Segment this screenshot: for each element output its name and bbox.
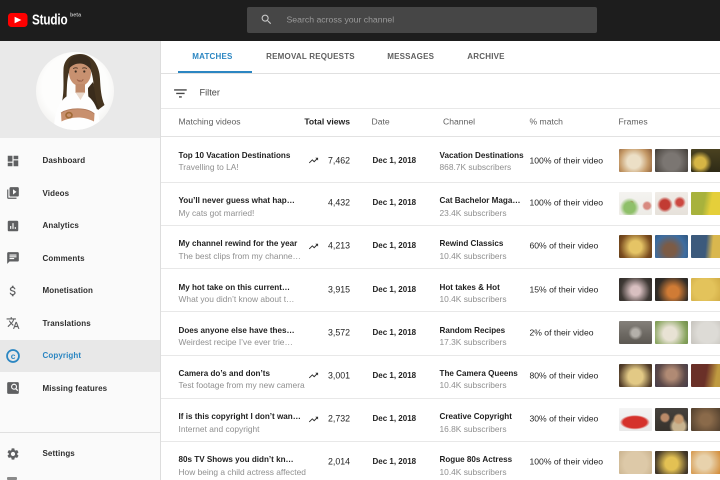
svg-text:c: c: [10, 350, 15, 360]
